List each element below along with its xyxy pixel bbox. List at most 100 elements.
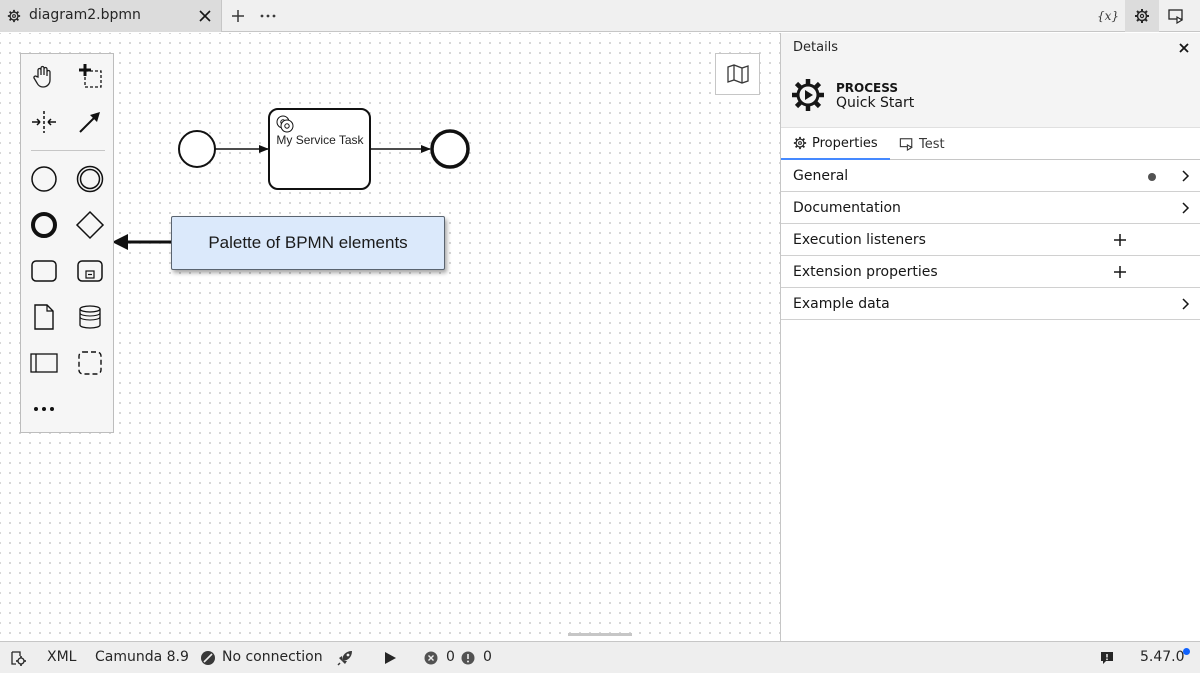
rocket-deploy-icon[interactable] xyxy=(336,649,354,667)
chevron-right-icon xyxy=(1182,170,1190,182)
group-label: General xyxy=(793,168,849,184)
update-available-dot xyxy=(1183,648,1190,655)
global-connect-tool[interactable] xyxy=(73,105,107,139)
hand-tool[interactable] xyxy=(27,59,61,93)
end-event xyxy=(430,129,470,169)
hand-icon xyxy=(33,65,51,88)
pool-icon xyxy=(30,353,58,373)
tab-test-label: Test xyxy=(919,136,945,152)
subprocess-icon xyxy=(77,260,103,282)
more-horizontal-icon xyxy=(34,407,54,411)
properties-panel-toggle[interactable] xyxy=(1125,0,1159,32)
element-header: PROCESS Quick Start xyxy=(781,63,1200,128)
bpmn-canvas[interactable]: My Service Task Palette of BPMN elements xyxy=(0,33,780,641)
connection-status[interactable]: No connection xyxy=(222,649,323,665)
panel-tabs: Properties Test xyxy=(781,128,1200,160)
lasso-select-icon xyxy=(79,64,102,88)
screen-play-icon xyxy=(899,138,913,151)
engine-version-button[interactable]: Camunda 8.9 xyxy=(95,649,189,665)
chevron-right-icon xyxy=(1182,202,1190,214)
gateway-icon xyxy=(75,210,105,240)
plus-icon xyxy=(232,10,244,22)
plus-icon[interactable] xyxy=(1113,233,1127,247)
test-panel-toggle[interactable] xyxy=(1159,0,1193,32)
screen-play-icon xyxy=(1168,9,1184,24)
chevron-right-icon xyxy=(1182,298,1190,310)
group-example-data[interactable]: Example data xyxy=(781,288,1200,320)
variables-icon: {x} xyxy=(1096,9,1120,23)
gear-icon xyxy=(1135,9,1149,23)
gear-icon xyxy=(793,136,807,150)
create-data-store[interactable] xyxy=(73,300,107,334)
create-subprocess[interactable] xyxy=(73,254,107,288)
palette xyxy=(20,53,114,433)
create-start-event[interactable] xyxy=(27,162,61,196)
element-type: PROCESS xyxy=(836,81,898,95)
intermediate-event-icon xyxy=(76,165,104,193)
format-xml-button[interactable]: XML xyxy=(47,649,76,665)
create-data-object[interactable] xyxy=(27,300,61,334)
status-bar: XML Camunda 8.9 No connection 0 0 5.47.0 xyxy=(0,641,1200,673)
more-horizontal-icon xyxy=(260,14,276,18)
element-name: Quick Start xyxy=(836,95,915,111)
more-tabs-button[interactable] xyxy=(258,6,278,26)
start-event xyxy=(178,130,216,168)
group-icon xyxy=(78,351,102,375)
tab-diagram2[interactable]: diagram2.bpmn xyxy=(0,0,222,32)
group-label: Execution listeners xyxy=(793,232,926,248)
create-end-event[interactable] xyxy=(27,208,61,242)
start-event-icon xyxy=(31,166,57,192)
arrow-connect-icon xyxy=(79,112,100,133)
warning-count[interactable]: 0 xyxy=(483,649,492,665)
plus-icon[interactable] xyxy=(1113,265,1127,279)
map-icon xyxy=(726,64,749,84)
file-settings-icon[interactable] xyxy=(10,650,26,666)
group-label: Documentation xyxy=(793,200,901,216)
tab-test[interactable]: Test xyxy=(899,128,945,160)
error-icon xyxy=(424,651,438,665)
data-indicator-dot xyxy=(1148,173,1156,181)
panel-header: Details xyxy=(781,33,1200,63)
variables-button[interactable]: {x} xyxy=(1091,0,1125,32)
create-pool[interactable] xyxy=(27,346,61,380)
group-general[interactable]: General xyxy=(781,160,1200,192)
create-gateway[interactable] xyxy=(73,208,107,242)
group-label: Example data xyxy=(793,296,890,312)
gear-icon xyxy=(7,9,21,23)
close-icon[interactable] xyxy=(198,9,212,23)
group-extension-properties[interactable]: Extension properties xyxy=(781,256,1200,288)
create-intermediate-event[interactable] xyxy=(73,162,107,196)
warning-icon xyxy=(461,651,475,665)
end-event-icon xyxy=(31,212,57,238)
tab-filename: diagram2.bpmn xyxy=(29,7,141,23)
properties-panel: Details PROCESS Quick Start Properties T… xyxy=(780,33,1200,641)
tab-properties-label: Properties xyxy=(812,135,878,151)
data-store-icon xyxy=(79,305,101,329)
create-task[interactable] xyxy=(27,254,61,288)
palette-more-button[interactable] xyxy=(27,392,61,426)
bottom-panel-handle[interactable] xyxy=(568,633,632,636)
palette-callout: Palette of BPMN elements xyxy=(171,216,445,270)
error-count[interactable]: 0 xyxy=(446,649,455,665)
new-tab-button[interactable] xyxy=(228,6,248,26)
service-task-label: My Service Task xyxy=(276,133,364,147)
callout-arrowhead xyxy=(112,234,128,250)
tab-properties[interactable]: Properties xyxy=(781,128,890,160)
feedback-icon[interactable] xyxy=(1099,650,1115,666)
group-label: Extension properties xyxy=(793,264,938,280)
disconnected-icon xyxy=(201,651,215,665)
space-tool-icon xyxy=(32,111,56,133)
group-documentation[interactable]: Documentation xyxy=(781,192,1200,224)
tab-bar: diagram2.bpmn {x} xyxy=(0,0,1200,32)
space-tool[interactable] xyxy=(27,105,61,139)
app-version[interactable]: 5.47.0 xyxy=(1140,649,1185,665)
minimap-toggle[interactable] xyxy=(715,53,760,95)
data-object-icon xyxy=(34,304,54,330)
play-run-icon[interactable] xyxy=(382,650,398,666)
process-gear-icon xyxy=(792,79,824,111)
task-icon xyxy=(31,260,57,282)
create-group[interactable] xyxy=(73,346,107,380)
lasso-tool[interactable] xyxy=(73,59,107,93)
group-execution-listeners[interactable]: Execution listeners xyxy=(781,224,1200,256)
close-icon[interactable] xyxy=(1177,41,1191,55)
